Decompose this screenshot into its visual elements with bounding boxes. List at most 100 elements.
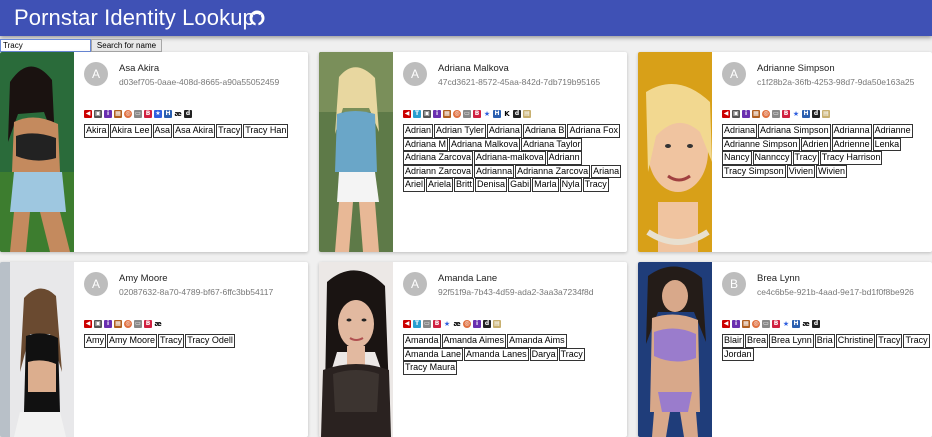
alias-chip[interactable]: Adriann Zarcova <box>403 164 474 178</box>
flag-icon[interactable]: ◀ <box>84 110 92 118</box>
github-icon[interactable] <box>249 10 265 26</box>
image-icon[interactable]: ▦ <box>114 110 122 118</box>
star-icon[interactable]: ★ <box>443 320 451 328</box>
h-icon[interactable]: H <box>792 320 800 328</box>
alias-chip[interactable]: Adriann <box>546 151 582 165</box>
alias-chip[interactable]: Adrianna <box>831 124 872 138</box>
ae-icon[interactable]: æ <box>174 110 182 118</box>
star-icon[interactable]: ★ <box>154 110 162 118</box>
star-icon[interactable]: ★ <box>782 320 790 328</box>
site-icon[interactable]: ▣ <box>423 110 431 118</box>
alias-chip[interactable]: Tracy <box>792 151 819 165</box>
alias-chip[interactable]: Adrian Tyler <box>434 124 486 138</box>
alias-chip[interactable]: Darya <box>529 347 558 361</box>
ae-icon[interactable]: æ <box>154 320 162 328</box>
alias-chip[interactable]: Adriana M <box>403 137 449 151</box>
alias-chip[interactable]: Marla <box>532 178 559 192</box>
t-icon[interactable]: T <box>413 110 421 118</box>
alias-chip[interactable]: Brea Lynn <box>769 334 814 348</box>
alias-chip[interactable]: Jordan <box>722 347 754 361</box>
alias-chip[interactable]: Adriana <box>486 124 522 138</box>
b-icon[interactable]: B <box>772 320 780 328</box>
search-input[interactable] <box>0 39 91 52</box>
flag-icon[interactable]: ◀ <box>403 110 411 118</box>
alias-chip[interactable]: Tracy <box>216 124 243 138</box>
alias-chip[interactable]: Akira <box>84 124 109 138</box>
circle-icon[interactable]: ◎ <box>124 320 132 328</box>
alias-chip[interactable]: Adriana-malkova <box>474 151 546 165</box>
d-icon[interactable]: d <box>513 110 521 118</box>
folder-icon[interactable]: ▭ <box>772 110 780 118</box>
flag-icon[interactable]: ◀ <box>403 320 411 328</box>
alias-chip[interactable]: Tracy <box>158 334 185 348</box>
alias-chip[interactable]: Nancy <box>722 151 752 165</box>
alias-chip[interactable]: Amanda Aims <box>507 334 567 348</box>
alias-chip[interactable]: Ariana <box>591 164 622 178</box>
alias-chip[interactable]: Adrianna Zarcova <box>515 164 591 178</box>
alias-chip[interactable]: Asa Akira <box>173 124 216 138</box>
alias-chip[interactable]: Adriana Fox <box>567 124 620 138</box>
flag-icon[interactable]: ◀ <box>722 110 730 118</box>
circle-icon[interactable]: ◎ <box>762 110 770 118</box>
circle-icon[interactable]: ◎ <box>453 110 461 118</box>
alias-chip[interactable]: Denisa <box>475 178 508 192</box>
folder-icon[interactable]: ▭ <box>423 320 431 328</box>
alias-chip[interactable]: Tracy <box>876 334 903 348</box>
flag-icon[interactable]: ◀ <box>84 320 92 328</box>
alias-chip[interactable]: Ariel <box>403 178 426 192</box>
alias-chip[interactable]: Adrianna <box>474 164 515 178</box>
folder-icon[interactable]: ▭ <box>134 320 142 328</box>
ae-icon[interactable]: æ <box>453 320 461 328</box>
alias-chip[interactable]: Blair <box>722 334 745 348</box>
alias-chip[interactable]: Amanda Lane <box>403 347 464 361</box>
d-icon[interactable]: d <box>812 320 820 328</box>
site-icon[interactable]: ▣ <box>94 320 102 328</box>
h-icon[interactable]: H <box>164 110 172 118</box>
flag-icon[interactable]: ◀ <box>722 320 730 328</box>
alias-chip[interactable]: Adriana Malkova <box>449 137 521 151</box>
b-icon[interactable]: B <box>473 110 481 118</box>
star-icon[interactable]: ★ <box>792 110 800 118</box>
site-icon[interactable]: ▣ <box>732 110 740 118</box>
image-icon[interactable]: ▦ <box>742 320 750 328</box>
folder-icon[interactable]: ▭ <box>134 110 142 118</box>
alias-chip[interactable]: Tracy Odell <box>185 334 235 348</box>
alias-chip[interactable]: Adriana B <box>522 124 567 138</box>
search-button[interactable]: Search for name <box>91 39 162 52</box>
t-icon[interactable]: T <box>413 320 421 328</box>
info-icon[interactable]: i <box>473 320 481 328</box>
alias-chip[interactable]: Tracy <box>582 178 609 192</box>
alias-chip[interactable]: Akira Lee <box>109 124 152 138</box>
h-icon[interactable]: H <box>493 110 501 118</box>
circle-icon[interactable]: ◎ <box>752 320 760 328</box>
star-icon[interactable]: ★ <box>483 110 491 118</box>
alias-chip[interactable]: Adrian <box>403 124 434 138</box>
image-icon[interactable]: ▦ <box>114 320 122 328</box>
alias-chip[interactable]: Tracy Maura <box>403 361 458 375</box>
d-icon[interactable]: d <box>483 320 491 328</box>
alias-chip[interactable]: Tracy Han <box>243 124 289 138</box>
b-icon[interactable]: B <box>144 110 152 118</box>
alias-chip[interactable]: Nyla <box>559 178 582 192</box>
circle-icon[interactable]: ◎ <box>124 110 132 118</box>
b-icon[interactable]: B <box>782 110 790 118</box>
alias-chip[interactable]: Wivien <box>816 164 848 178</box>
folder-icon[interactable]: ▭ <box>463 110 471 118</box>
alias-chip[interactable]: Bria <box>814 334 835 348</box>
alias-chip[interactable]: Tracy <box>558 347 585 361</box>
alias-chip[interactable]: Adrien <box>800 137 831 151</box>
alias-chip[interactable]: Lenka <box>872 137 902 151</box>
image-icon[interactable]: ▦ <box>752 110 760 118</box>
doc-icon[interactable]: ▤ <box>822 110 830 118</box>
alias-chip[interactable]: Gabi <box>508 178 532 192</box>
alias-chip[interactable]: Amanda Aimes <box>441 334 507 348</box>
alias-chip[interactable]: Adriana Zarcova <box>403 151 474 165</box>
alias-chip[interactable]: Britt <box>454 178 475 192</box>
alias-chip[interactable]: Nanncсy <box>752 151 792 165</box>
doc-icon[interactable]: ▤ <box>493 320 501 328</box>
circle-icon[interactable]: ◎ <box>463 320 471 328</box>
folder-icon[interactable]: ▭ <box>762 320 770 328</box>
b-icon[interactable]: B <box>144 320 152 328</box>
image-icon[interactable]: ▦ <box>443 110 451 118</box>
info-icon[interactable]: i <box>433 110 441 118</box>
